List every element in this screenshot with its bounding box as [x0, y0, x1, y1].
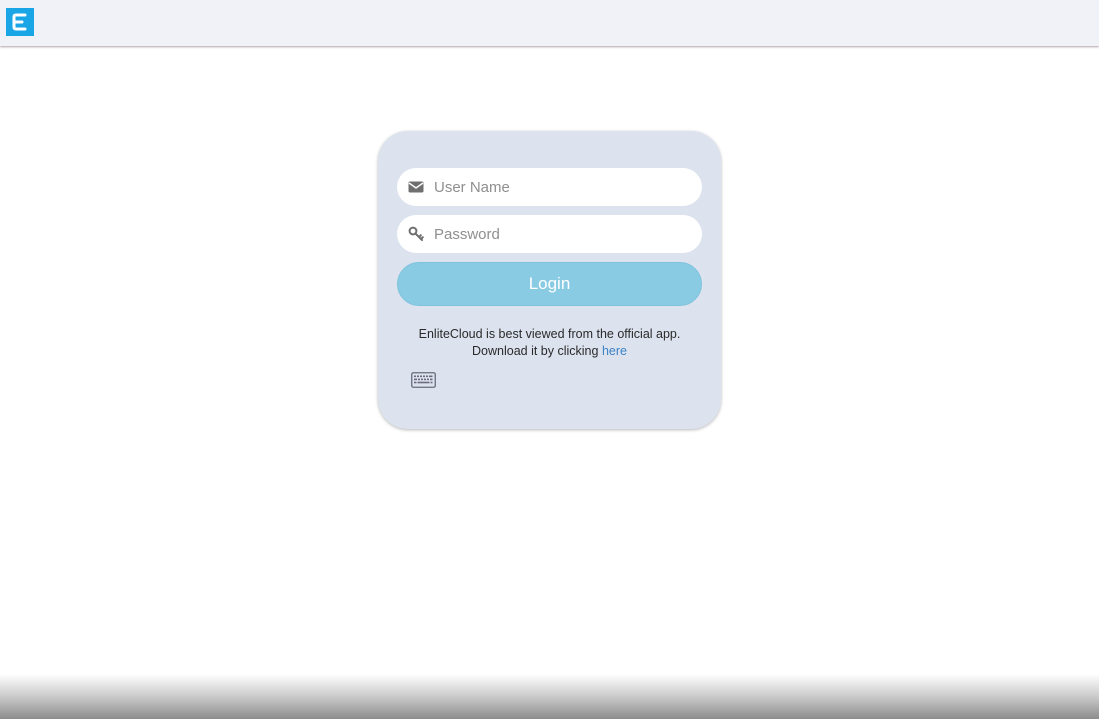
notice-line2: Download it by clicking here	[378, 343, 721, 360]
download-here-link[interactable]: here	[602, 344, 627, 358]
username-field	[397, 168, 702, 206]
envelope-icon	[408, 181, 424, 193]
notice-line1: EnliteCloud is best viewed from the offi…	[418, 327, 681, 341]
username-input[interactable]	[434, 168, 689, 206]
login-card: Login EnliteCloud is best viewed from th…	[378, 131, 721, 429]
bottom-shadow	[0, 674, 1099, 719]
password-input[interactable]	[434, 215, 689, 253]
keyboard-icon[interactable]	[411, 372, 436, 388]
key-icon	[408, 226, 424, 241]
enlite-logo-icon[interactable]	[6, 8, 34, 36]
top-bar	[0, 0, 1099, 46]
login-button[interactable]: Login	[397, 262, 702, 306]
app-notice: EnliteCloud is best viewed from the offi…	[378, 326, 721, 360]
notice-line2-text: Download it by clicking	[472, 344, 602, 358]
password-field	[397, 215, 702, 253]
